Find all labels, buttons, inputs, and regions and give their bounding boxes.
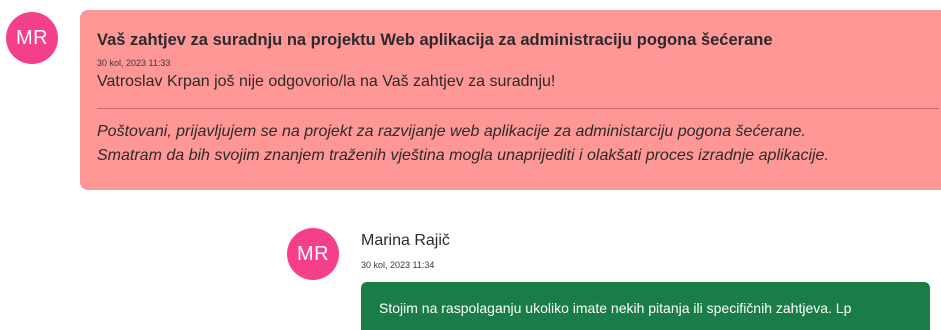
- avatar-initials: MR: [15, 26, 49, 49]
- reply-message-text: Stojim na raspolaganju ukoliko imate nek…: [379, 300, 852, 316]
- divider: [97, 108, 939, 109]
- request-message-line: Smatram da bih svojim znanjem traženih v…: [97, 147, 829, 164]
- avatar: MR: [6, 12, 58, 64]
- reply-author: Marina Rajič: [361, 232, 450, 249]
- avatar-initials: MR: [296, 242, 330, 265]
- reply-avatar: MR: [287, 228, 339, 280]
- request-message-line: Poštovani, prijavljujem se na projekt za…: [97, 123, 806, 140]
- request-title: Vaš zahtjev za suradnju na projektu Web …: [97, 31, 773, 49]
- collaboration-request-card: Vaš zahtjev za suradnju na projektu Web …: [80, 10, 941, 190]
- request-status-text: Vatroslav Krpan još nije odgovorio/la na…: [97, 73, 556, 90]
- request-timestamp: 30 kol, 2023 11:33: [97, 58, 171, 68]
- reply-message-bubble: Stojim na raspolaganju ukoliko imate nek…: [361, 282, 930, 330]
- request-message: Poštovani, prijavljujem se na projekt za…: [97, 120, 941, 168]
- reply-timestamp: 30 kol, 2023 11:34: [361, 260, 435, 270]
